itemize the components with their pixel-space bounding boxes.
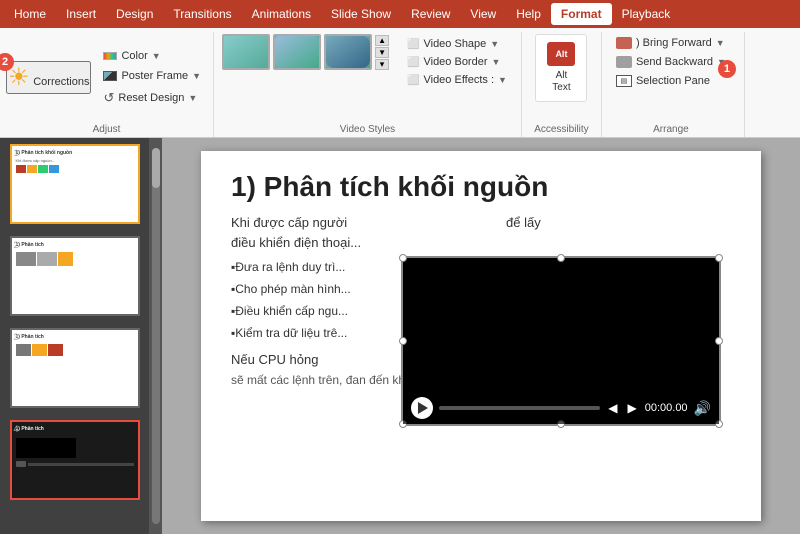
badge-1: 1: [718, 60, 736, 78]
bring-forward-button[interactable]: ) Bring Forward ▼: [608, 34, 734, 52]
slide-thumb-2[interactable]: 2 1) Phân tích: [10, 236, 140, 316]
poster-dropdown-arrow: ▼: [192, 71, 201, 81]
menu-playback[interactable]: Playback: [612, 3, 681, 25]
slide-thumb-3[interactable]: 3 1) Phân tích: [10, 328, 140, 408]
arrange-buttons: ) Bring Forward ▼ Send Backward ▼ ▤ Sele…: [608, 34, 734, 90]
main-content: 1 1) Phân tích khối nguồn Khi được cấp n…: [0, 138, 800, 534]
alt-text-label: AltText: [552, 70, 570, 94]
menu-review[interactable]: Review: [401, 3, 460, 25]
menu-view[interactable]: View: [460, 3, 506, 25]
ribbon-group-video-styles: ▲ ▼ ▾ ⬜ Video Shape ▼ ⬜ Video Border ▼: [214, 32, 522, 137]
video-style-thumb-3[interactable]: [324, 34, 372, 70]
handle-mr[interactable]: [715, 337, 723, 345]
style-scroll-up[interactable]: ▲: [375, 35, 389, 46]
step-back-button[interactable]: ◀: [606, 399, 619, 417]
reset-icon: ↺: [103, 90, 114, 106]
video-style-thumb-2[interactable]: [273, 34, 321, 70]
slide-body-text: Khi được cấp người để lấyđiều khiển điện…: [231, 213, 731, 252]
slide-area: 1) Phân tích khối nguồn Khi được cấp ngư…: [162, 138, 800, 534]
send-backward-button[interactable]: Send Backward ▼: [608, 53, 734, 71]
video-styles-group-label: Video Styles: [214, 124, 521, 135]
poster-icon: [103, 71, 117, 81]
handle-ml[interactable]: [399, 337, 407, 345]
adjust-small-buttons: Color ▼ Poster Frame ▼ ↺ Reset Design ▼: [97, 47, 207, 109]
menu-transitions[interactable]: Transitions: [163, 3, 241, 25]
menu-slideshow[interactable]: Slide Show: [321, 3, 401, 25]
ribbon-group-arrange: 1 ) Bring Forward ▼ Send Backward ▼ ▤: [602, 32, 745, 137]
corrections-button[interactable]: ☀ Corrections: [6, 61, 91, 94]
handle-tm[interactable]: [557, 254, 565, 262]
play-button[interactable]: [411, 397, 433, 419]
style-scroll-buttons: ▲ ▼ ▾: [375, 35, 389, 70]
accessibility-group-label: Accessibility: [522, 124, 601, 135]
alt-text-icon: Alt: [547, 42, 575, 66]
video-options: ⬜ Video Shape ▼ ⬜ Video Border ▼ ⬜ Video…: [401, 36, 513, 88]
menu-home[interactable]: Home: [4, 3, 56, 25]
color-dropdown-arrow: ▼: [152, 51, 161, 61]
menu-design[interactable]: Design: [106, 3, 163, 25]
send-backward-icon: [616, 56, 632, 68]
volume-button[interactable]: 🔊: [694, 400, 711, 417]
selection-pane-button[interactable]: ▤ Selection Pane: [608, 72, 734, 90]
slide-panel: 1 1) Phân tích khối nguồn Khi được cấp n…: [0, 138, 150, 534]
alt-text-button[interactable]: Alt AltText: [535, 34, 587, 102]
corrections-label: Corrections: [33, 76, 89, 88]
ribbon: ☀ Corrections 2 Color ▼ Poster Frame ▼: [0, 28, 800, 138]
ribbon-group-adjust: ☀ Corrections 2 Color ▼ Poster Frame ▼: [0, 32, 214, 137]
handle-tl[interactable]: [399, 254, 407, 262]
selection-pane-icon: ▤: [616, 75, 632, 87]
menu-animations[interactable]: Animations: [242, 3, 321, 25]
bring-forward-icon: [616, 37, 632, 49]
slide-title: 1) Phân tích khối nguồn: [201, 151, 761, 213]
progress-bar[interactable]: [439, 406, 600, 410]
video-shape-button[interactable]: ⬜ Video Shape ▼: [401, 36, 513, 52]
handle-tr[interactable]: [715, 254, 723, 262]
menu-format[interactable]: Format: [551, 3, 612, 25]
menu-insert[interactable]: Insert: [56, 3, 106, 25]
menu-help[interactable]: Help: [506, 3, 551, 25]
video-controls: ◀ ▶ 00:00.00 🔊: [403, 392, 719, 424]
ribbon-group-accessibility: Alt AltText Accessibility: [522, 32, 602, 137]
arrange-group-label: Arrange: [600, 124, 742, 135]
poster-frame-button[interactable]: Poster Frame ▼: [97, 67, 207, 85]
play-icon: [418, 402, 428, 414]
slide-canvas: 1) Phân tích khối nguồn Khi được cấp ngư…: [201, 151, 761, 521]
reset-dropdown-arrow: ▼: [188, 93, 197, 103]
video-element[interactable]: ◀ ▶ 00:00.00 🔊: [401, 256, 721, 426]
color-button[interactable]: Color ▼: [97, 47, 207, 65]
step-forward-button[interactable]: ▶: [626, 399, 639, 417]
slide-panel-container: 1 1) Phân tích khối nguồn Khi được cấp n…: [0, 138, 162, 534]
menu-bar: Home Insert Design Transitions Animation…: [0, 0, 800, 28]
video-effects-button[interactable]: ⬜ Video Effects : ▼: [401, 72, 513, 88]
slide-thumb-4[interactable]: 4 1) Phân tích: [10, 420, 140, 500]
panel-scrollbar[interactable]: [150, 138, 162, 534]
style-scroll-down[interactable]: ▼: [375, 47, 389, 58]
color-icon: [103, 52, 117, 60]
time-display: 00:00.00: [645, 402, 688, 414]
scroll-track: [152, 148, 160, 524]
slide-thumb-1[interactable]: 1 1) Phân tích khối nguồn Khi được cấp n…: [10, 144, 140, 224]
adjust-group-label: Adjust: [0, 124, 213, 135]
video-border-button[interactable]: ⬜ Video Border ▼: [401, 54, 513, 70]
reset-design-button[interactable]: ↺ Reset Design ▼: [97, 87, 207, 109]
style-more[interactable]: ▾: [375, 59, 389, 70]
scroll-thumb[interactable]: [152, 148, 160, 188]
video-style-thumb-1[interactable]: [222, 34, 270, 70]
